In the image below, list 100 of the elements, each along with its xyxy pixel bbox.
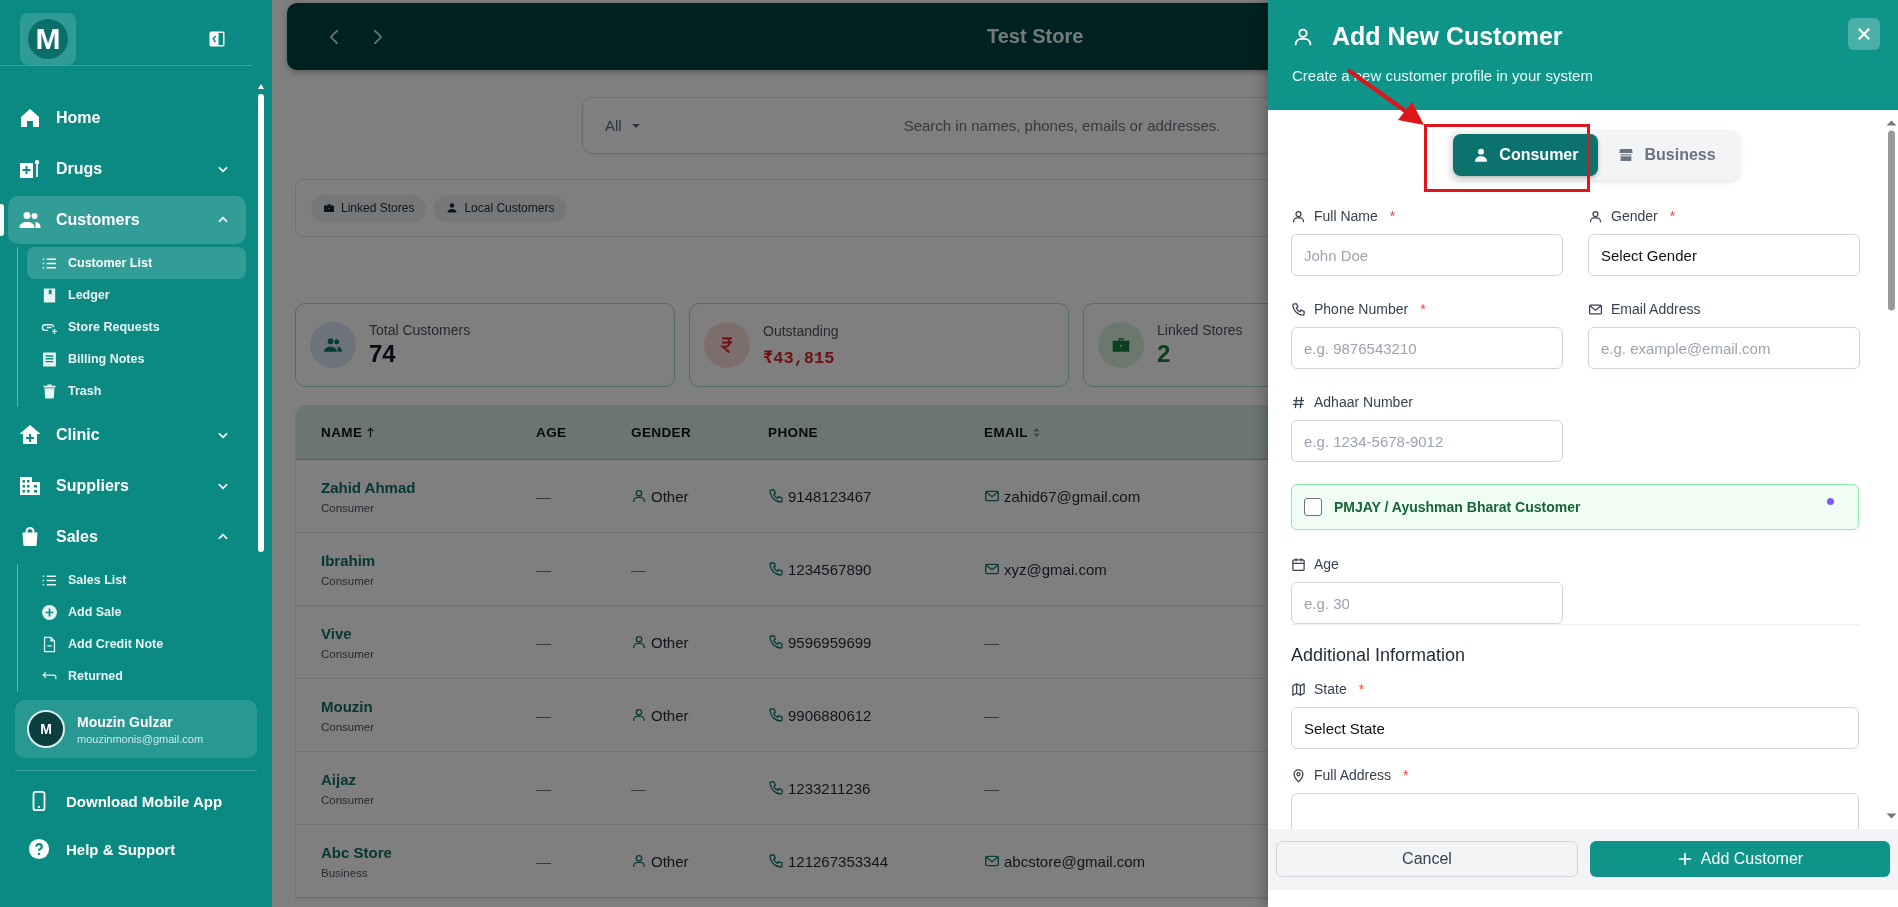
column-header[interactable]: AGE (536, 425, 567, 440)
person-icon (1588, 208, 1603, 224)
customer-type: Business (321, 866, 369, 879)
panel-title: Add New Customer (1332, 22, 1563, 51)
filter-chip[interactable]: Local Customers (434, 194, 567, 222)
phone-icon (1291, 301, 1306, 317)
sort-icon (1031, 427, 1042, 438)
phone-icon (768, 853, 784, 869)
submenu-item[interactable]: Customer List (27, 247, 246, 279)
field-label: Age (1314, 556, 1339, 572)
person-icon (1473, 147, 1490, 163)
phone-icon (768, 634, 784, 650)
pmjay-option[interactable]: PMJAY / Ayushman Bharat Customer (1291, 484, 1859, 530)
customer-type: Consumer (321, 501, 376, 514)
input-field[interactable]: John Doe (1291, 234, 1563, 276)
submenu-item[interactable]: Store Requests (27, 311, 246, 343)
cancel-button[interactable]: Cancel (1276, 841, 1578, 877)
add-customer-button[interactable]: Add Customer (1590, 841, 1890, 877)
required-asterisk: * (1669, 208, 1676, 224)
sidebar-item[interactable]: Home (8, 94, 246, 142)
envelope-icon (984, 488, 1000, 504)
customer-name[interactable]: Abc Store (321, 843, 536, 861)
select-field[interactable]: Select Gender (1588, 234, 1860, 276)
table-cell: — (631, 779, 646, 797)
required-asterisk: * (1420, 301, 1426, 317)
user-profile-card[interactable]: M Mouzin Gulzar mouzinmonis@gmail.com (15, 700, 257, 758)
submenu-item[interactable]: Billing Notes (27, 343, 246, 375)
table-cell: — (536, 560, 551, 578)
type-tab[interactable]: Consumer (1453, 134, 1599, 176)
table-cell: — (984, 779, 999, 797)
input-field[interactable]: e.g. 30 (1291, 582, 1563, 624)
input-field[interactable] (1291, 793, 1859, 829)
table-cell: Other (631, 852, 689, 870)
sidebar-item[interactable]: Customers (8, 196, 246, 244)
active-indicator (0, 204, 4, 236)
customer-name[interactable]: Zahid Ahmad (321, 478, 536, 496)
logo: M (20, 12, 76, 65)
field-label: State (1314, 681, 1347, 697)
table-cell: Other (631, 487, 689, 505)
input-field[interactable]: e.g. example@email.com (1588, 327, 1860, 369)
table-cell: 9906880612 (768, 706, 872, 724)
submenu-item[interactable]: Add Sale (27, 596, 246, 628)
table-cell: — (631, 560, 646, 578)
customer-name[interactable]: Ibrahim (321, 551, 536, 569)
table-cell: — (536, 706, 551, 724)
required-asterisk: * (1358, 681, 1365, 697)
field-label: Full Name (1314, 208, 1378, 224)
select-field[interactable]: Select State (1291, 707, 1859, 749)
stat-label: Linked Stores (1157, 322, 1243, 338)
person-icon (446, 202, 459, 214)
table-cell: — (536, 852, 551, 870)
user-email: mouzinmonis@gmail.com (77, 732, 204, 745)
customer-name[interactable]: Vive (321, 624, 536, 642)
sidebar-item[interactable]: Drugs (8, 145, 246, 193)
stat-value: 74 (369, 340, 397, 368)
table-cell: — (536, 487, 551, 505)
store-title: Test Store (987, 25, 1084, 48)
submenu-item[interactable]: Ledger (27, 279, 246, 311)
plus-icon (1676, 851, 1693, 867)
table-cell: 9596959699 (768, 633, 872, 651)
sidebar-link[interactable]: Download Mobile App (0, 777, 272, 825)
column-header[interactable]: PHONE (768, 425, 818, 440)
column-header[interactable]: EMAIL (984, 425, 1042, 440)
required-asterisk: * (1389, 208, 1396, 224)
customer-name[interactable]: Mouzin (321, 697, 536, 715)
filter-chip[interactable]: Linked Stores (311, 194, 427, 222)
close-icon (1855, 25, 1873, 43)
sidebar-item[interactable]: Clinic (8, 411, 246, 459)
submenu-item[interactable]: Add Credit Note (27, 628, 246, 660)
input-field[interactable]: e.g. 9876543210 (1291, 327, 1563, 369)
phone-icon (768, 707, 784, 723)
table-cell: Other (631, 633, 689, 651)
briefcase-icon (323, 202, 335, 214)
submenu-item[interactable]: Sales List (27, 564, 246, 596)
medicine-icon (18, 157, 42, 181)
submenu-item[interactable]: Trash (27, 375, 246, 407)
sidebar-item[interactable]: Suppliers (8, 462, 246, 510)
table-cell: 1233211236 (768, 779, 871, 797)
stat-label: Total Customers (369, 322, 471, 338)
table-cell: — (984, 706, 999, 724)
table-cell: — (536, 779, 551, 797)
location-pin-icon (1291, 767, 1306, 783)
receipt-icon (41, 350, 58, 368)
customer-type: Consumer (321, 793, 376, 806)
checkbox-label: PMJAY / Ayushman Bharat Customer (1334, 499, 1581, 515)
home-icon (18, 106, 42, 130)
close-button[interactable] (1848, 18, 1880, 50)
filter-dropdown[interactable]: All (583, 117, 642, 134)
map-icon (1291, 681, 1306, 697)
submenu-item[interactable]: Returned (27, 660, 246, 692)
field-label: Email Address (1611, 301, 1701, 317)
sidebar-link[interactable]: Help & Support (0, 825, 272, 873)
checkbox[interactable] (1304, 498, 1322, 516)
column-header[interactable]: NAME (321, 425, 377, 440)
customer-name[interactable]: Aijaz (321, 770, 536, 788)
input-field[interactable]: e.g. 1234-5678-9012 (1291, 420, 1563, 462)
indicator-dot (1827, 498, 1834, 505)
phone-icon (768, 561, 784, 577)
sidebar-item[interactable]: Sales (8, 513, 246, 561)
column-header[interactable]: GENDER (631, 425, 692, 440)
